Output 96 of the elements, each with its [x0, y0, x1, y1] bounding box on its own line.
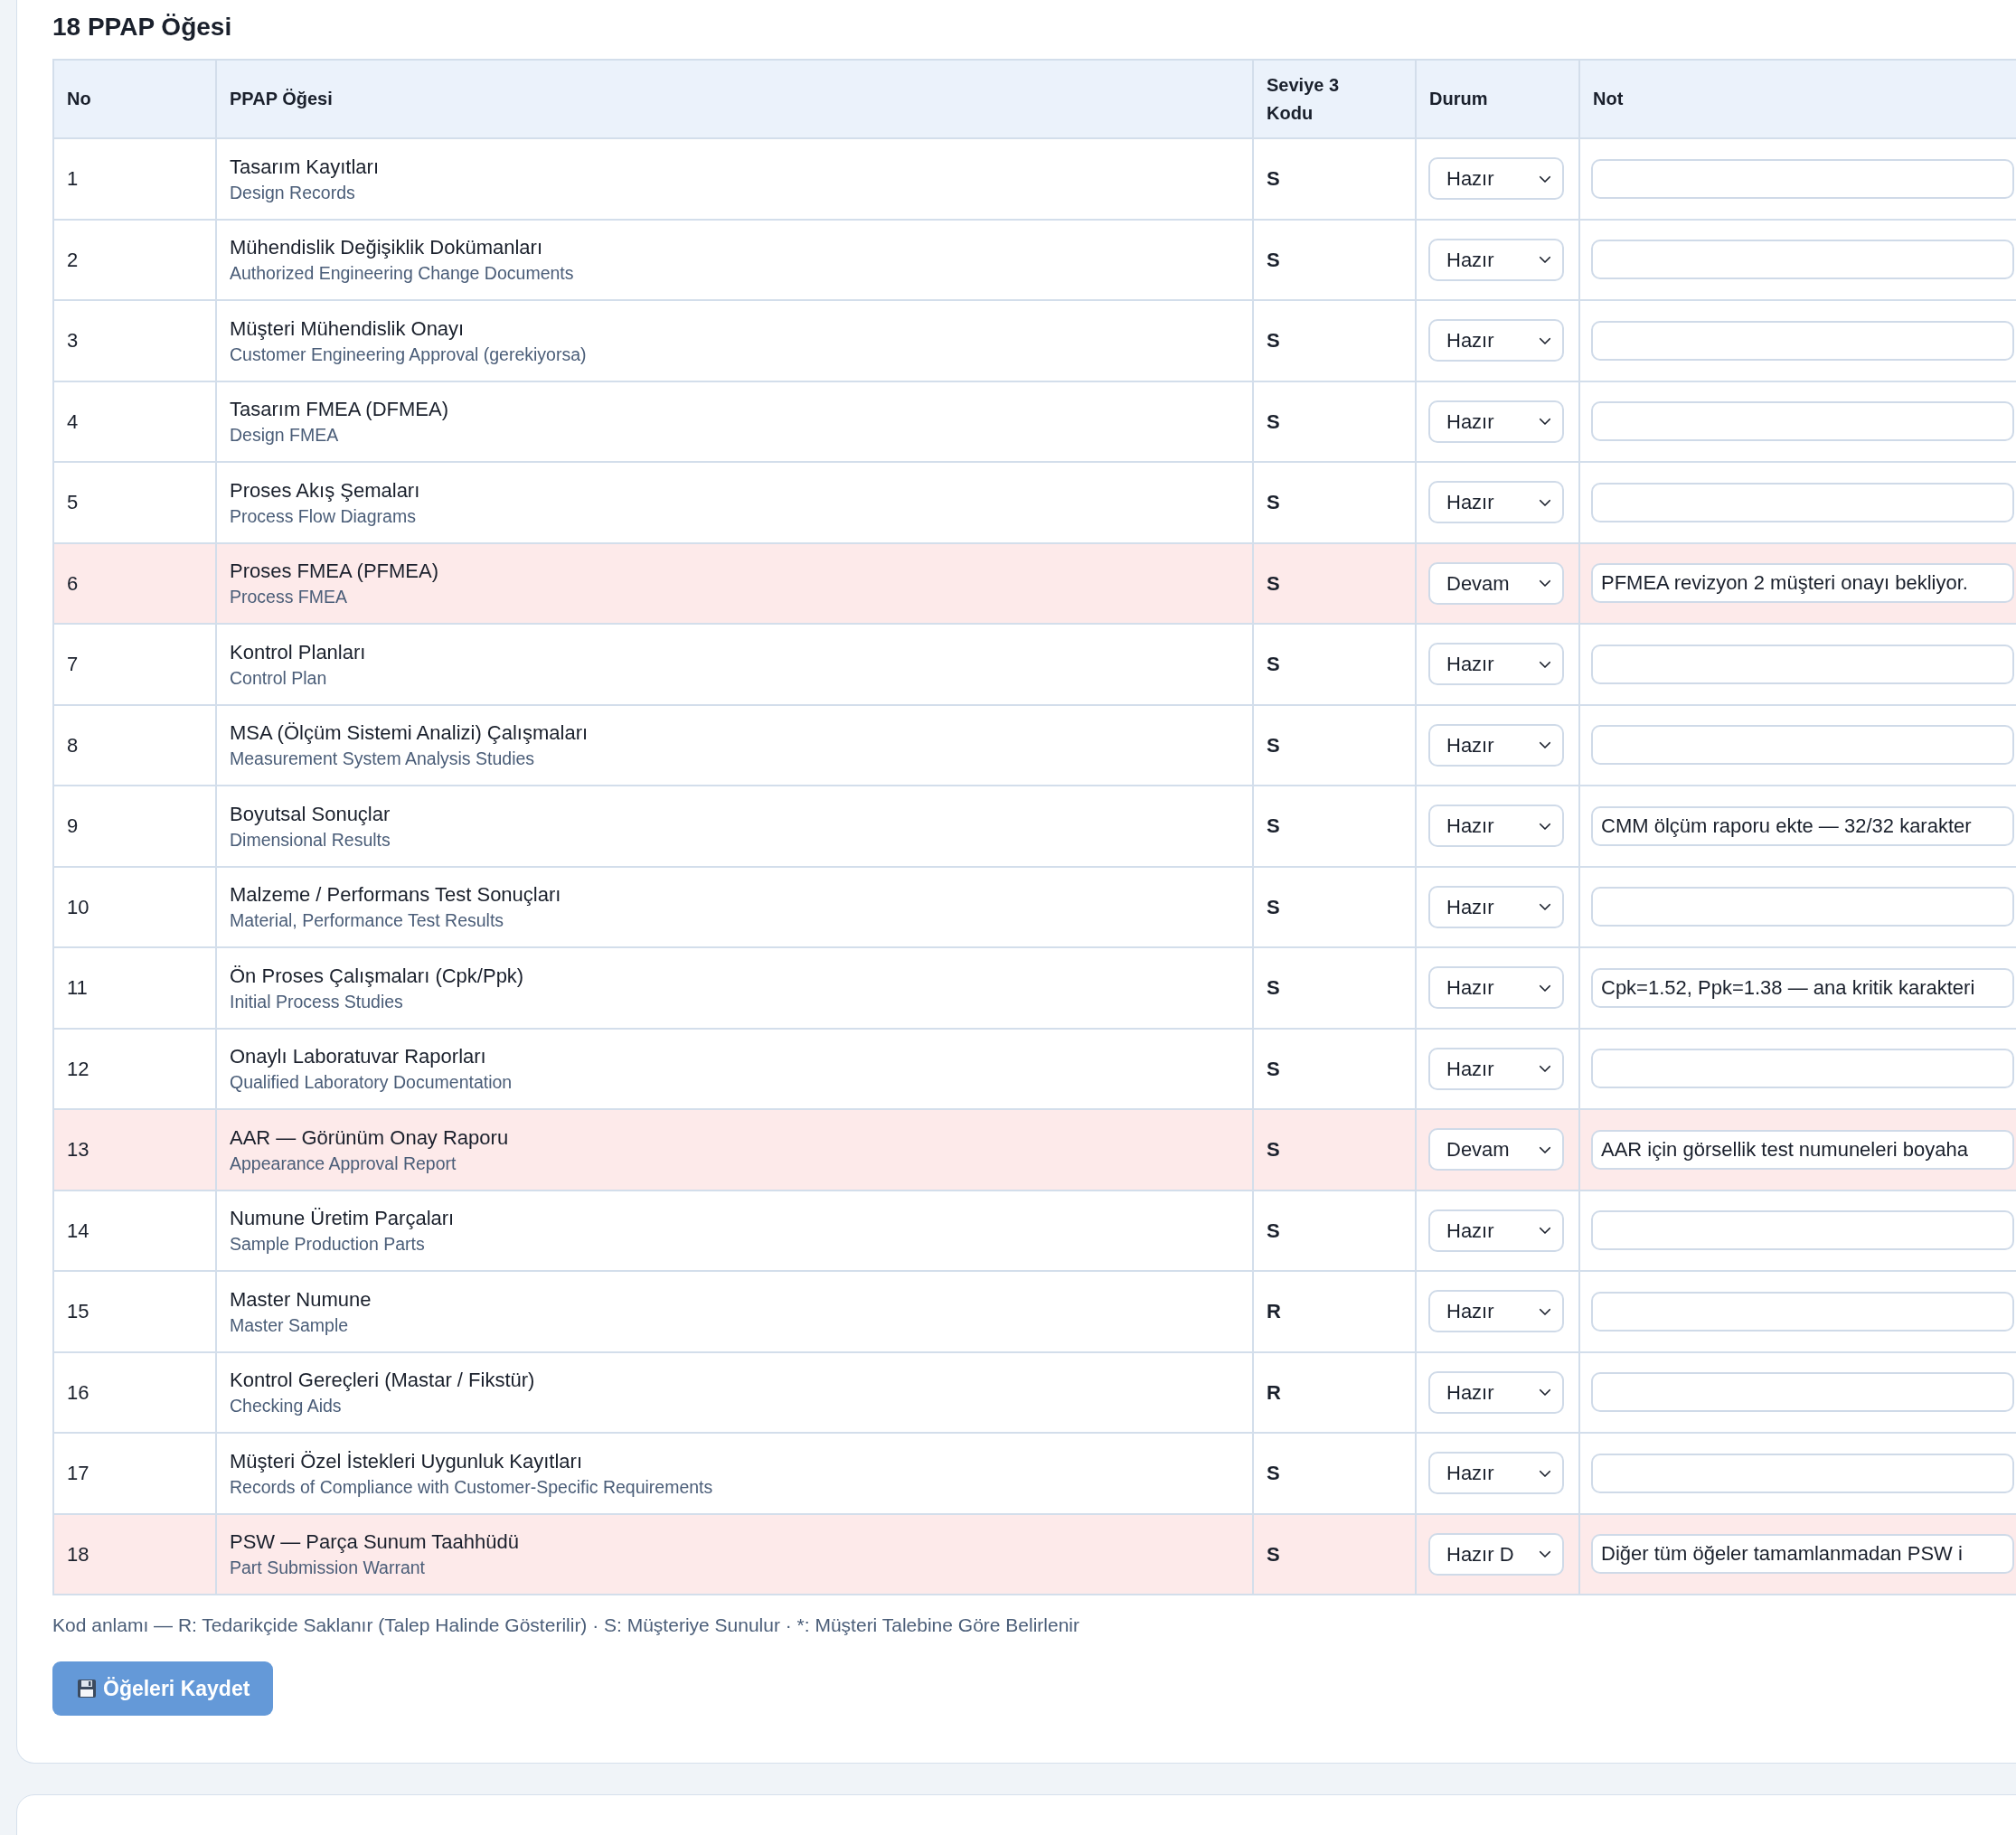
note-field[interactable]	[1591, 240, 2014, 280]
status-select[interactable]: Hazır	[1428, 723, 1564, 767]
item-name: Müşteri Özel İstekleri Uygunluk Kayıtları	[230, 1448, 584, 1474]
level-code: S	[1253, 624, 1416, 705]
note-field[interactable]	[1591, 482, 2014, 522]
table-cell: 15	[53, 1271, 216, 1352]
level-code: R	[1253, 1271, 1416, 1352]
status-select[interactable]: Hazır	[1428, 157, 1564, 201]
status-select[interactable]: Hazır	[1428, 805, 1564, 848]
item-name: Müşteri Mühendislik Onayı	[230, 315, 466, 342]
status-select[interactable]: Hazır	[1428, 643, 1564, 686]
table-cell: 17	[53, 1433, 216, 1514]
item-english-name: Measurement System Analysis Studies	[230, 748, 536, 771]
status-select[interactable]: Hazır	[1428, 1452, 1564, 1495]
item-name: Kontrol Planları	[230, 639, 367, 665]
item-name: Tasarım FMEA (DFMEA)	[230, 397, 449, 423]
item-name: Onaylı Laboratuvar Raporları	[230, 1044, 487, 1070]
table-cell: 9	[53, 786, 216, 867]
column-header: PPAP Öğesi	[216, 60, 1253, 138]
table-cell: 3	[53, 300, 216, 381]
item-name: MSA (Ölçüm Sistemi Analizi) Çalışmaları	[230, 720, 589, 747]
item-english-name: Dimensional Results	[230, 828, 391, 852]
item-english-name: Material, Performance Test Results	[230, 909, 505, 933]
item-name: Ön Proses Çalışmaları (Cpk/Ppk)	[230, 963, 525, 989]
item-name: Kontrol Gereçleri (Mastar / Fikstür)	[230, 1368, 536, 1394]
status-select[interactable]: Hazır	[1428, 1209, 1564, 1252]
table-cell: 1	[53, 138, 216, 220]
item-english-name: Records of Compliance with Customer-Specific Requirements	[230, 1475, 714, 1499]
note-field[interactable]: Cpk=1.52, Ppk=1.38 — ana kritik karakteri	[1591, 967, 2014, 1008]
note-field[interactable]: PFMEA revizyon 2 müşteri onayı bekliyor.	[1591, 563, 2014, 604]
level-code: S	[1253, 138, 1416, 220]
item-name: Tasarım Kayıtları	[230, 154, 381, 180]
item-english-name: Master Sample	[230, 1313, 350, 1337]
item-english-name: Authorized Engineering Change Documents	[230, 262, 575, 286]
column-header: No	[53, 60, 216, 138]
level-code: S	[1253, 462, 1416, 543]
status-select[interactable]: Hazır	[1428, 481, 1564, 524]
item-english-name: Sample Production Parts	[230, 1233, 426, 1256]
item-name: Malzeme / Performans Test Sonuçları	[230, 882, 562, 908]
table-cell: 5	[53, 462, 216, 543]
note-field[interactable]	[1591, 1453, 2014, 1493]
item-english-name: Design FMEA	[230, 424, 340, 447]
table-cell: 18	[53, 1513, 216, 1595]
note-field[interactable]	[1591, 401, 2014, 442]
status-select[interactable]: Hazır	[1428, 400, 1564, 443]
level-code: S	[1253, 300, 1416, 381]
status-select[interactable]: Hazır	[1428, 966, 1564, 1010]
status-select[interactable]: Hazır	[1428, 885, 1564, 928]
table-cell: 7	[53, 624, 216, 705]
status-select[interactable]: Hazır	[1428, 1290, 1564, 1333]
code-legend: Kod anlamı — R: Tedarikçide Saklanır (Talep Halinde Gösterilir) · S: Müşteriye Sunulur · *: Müşteri Talebine Göre Belirlenir	[52, 1612, 2016, 1639]
note-field[interactable]	[1591, 1049, 2014, 1089]
status-select[interactable]: Hazır D	[1428, 1532, 1564, 1576]
item-name: PSW — Parça Sunum Taahhüdü	[230, 1529, 520, 1556]
level-code: S	[1253, 786, 1416, 867]
note-field[interactable]	[1591, 725, 2014, 766]
note-field[interactable]	[1591, 320, 2014, 361]
table-cell: 11	[53, 947, 216, 1029]
item-english-name: Checking Aids	[230, 1395, 343, 1418]
level-code: S	[1253, 1109, 1416, 1190]
note-field[interactable]	[1591, 887, 2014, 927]
item-english-name: Qualified Laboratory Documentation	[230, 1071, 513, 1095]
note-field[interactable]	[1591, 1372, 2014, 1413]
item-name: Proses FMEA (PFMEA)	[230, 559, 440, 585]
status-select[interactable]: Hazır	[1428, 319, 1564, 362]
status-select[interactable]: Hazır	[1428, 1370, 1564, 1414]
item-english-name: Process Flow Diagrams	[230, 504, 417, 528]
status-select[interactable]: Devam	[1428, 561, 1564, 605]
section-title: 18 PPAP Öğesi	[52, 12, 233, 42]
status-select[interactable]: Hazır	[1428, 1047, 1564, 1090]
note-field[interactable]: AAR için görsellik test numuneleri boyaha	[1591, 1129, 2014, 1170]
item-name: Boyutsal Sonuçlar	[230, 801, 391, 827]
note-field[interactable]	[1591, 644, 2014, 684]
item-name: Master Numune	[230, 1286, 372, 1313]
item-name: Numune Üretim Parçaları	[230, 1206, 456, 1232]
item-name: Proses Akış Şemaları	[230, 477, 421, 503]
item-name: Mühendislik Değişiklik Dokümanları	[230, 235, 544, 261]
level-code: S	[1253, 1433, 1416, 1514]
note-field[interactable]	[1591, 1210, 2014, 1251]
item-english-name: Appearance Approval Report	[230, 1152, 457, 1175]
item-english-name: Initial Process Studies	[230, 990, 404, 1013]
item-name: AAR — Görünüm Onay Raporu	[230, 1125, 510, 1151]
item-english-name: Control Plan	[230, 666, 328, 690]
note-field[interactable]: Diğer tüm öğeler tamamlanmadan PSW i	[1591, 1534, 2014, 1575]
note-field[interactable]	[1591, 1291, 2014, 1332]
item-english-name: Design Records	[230, 181, 356, 204]
status-select[interactable]: Devam	[1428, 1128, 1564, 1172]
item-english-name: Part Submission Warrant	[230, 1557, 426, 1580]
item-english-name: Customer Engineering Approval (gerekiyorsa)	[230, 343, 588, 366]
item-english-name: Process FMEA	[230, 586, 349, 609]
table-cell: 13	[53, 1109, 216, 1190]
level-code: S	[1253, 947, 1416, 1029]
note-field[interactable]	[1591, 158, 2014, 199]
status-select[interactable]: Hazır	[1428, 238, 1564, 281]
level-code: S	[1253, 1513, 1416, 1595]
note-field[interactable]: CMM ölçüm raporu ekte — 32/32 karakter	[1591, 805, 2014, 846]
